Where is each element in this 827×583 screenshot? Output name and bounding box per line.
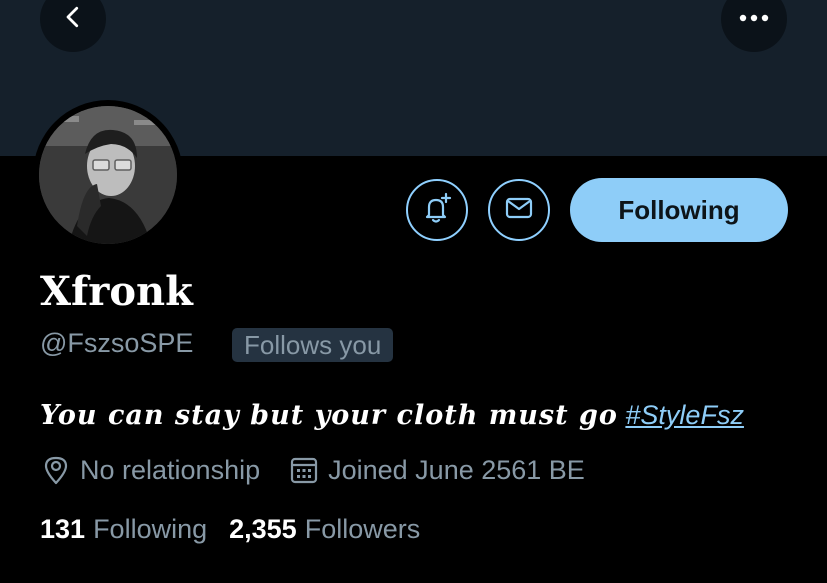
location-pin-icon <box>40 454 72 486</box>
joined-item: Joined June 2561 BE <box>288 452 585 488</box>
envelope-icon <box>503 192 535 229</box>
following-stat-link[interactable]: 131 Following <box>40 511 207 547</box>
followers-label: Followers <box>304 514 421 544</box>
following-count: 131 <box>40 514 86 544</box>
joined-text: Joined June 2561 BE <box>328 455 585 485</box>
follow-stats: 131 Following 2,355 Followers <box>40 511 420 547</box>
more-horizontal-icon <box>737 10 771 28</box>
following-label: Following <box>93 514 208 544</box>
notifications-toggle-button[interactable] <box>406 179 468 241</box>
location-text: No relationship <box>80 455 261 485</box>
bio-hashtag-link[interactable]: #StyleFsz <box>625 400 744 430</box>
follows-you-badge: Follows you <box>232 328 394 362</box>
calendar-icon <box>288 454 320 486</box>
followers-stat-link[interactable]: 2,355 Followers <box>229 511 420 547</box>
avatar[interactable] <box>39 106 177 244</box>
following-button[interactable]: Following <box>570 178 788 242</box>
bell-plus-icon <box>420 191 454 230</box>
display-name: Xfronk <box>40 268 193 315</box>
profile-meta: No relationship Joined June 2561 BE <box>40 452 585 488</box>
profile-bio: You can stay but your cloth must go #Sty… <box>40 396 744 435</box>
chevron-left-icon <box>58 2 88 37</box>
user-handle: @FszsoSPE <box>40 328 194 358</box>
location-item: No relationship <box>40 452 260 488</box>
bio-text: You can stay but your cloth must go <box>40 400 618 431</box>
message-button[interactable] <box>488 179 550 241</box>
followers-count: 2,355 <box>229 514 297 544</box>
avatar-frame <box>33 100 183 250</box>
